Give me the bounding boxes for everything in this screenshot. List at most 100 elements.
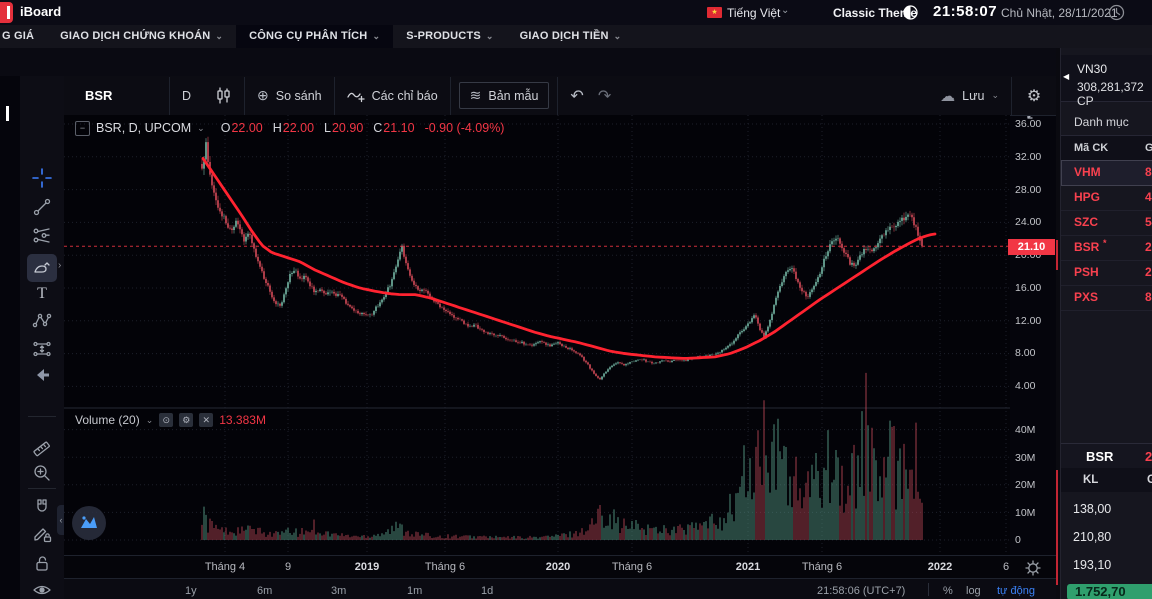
star-marker: * — [1103, 238, 1107, 248]
ruler-tool[interactable] — [31, 436, 53, 458]
price-tick: 4.00 — [1015, 380, 1036, 392]
detail-value: 210,80 — [1073, 530, 1112, 544]
price-tick: 12.00 — [1015, 315, 1042, 327]
chart-settings-button[interactable]: ⚙ — [1012, 86, 1056, 106]
time-tick: Tháng 6 — [801, 561, 843, 573]
percent-scale-button[interactable]: % — [943, 585, 953, 597]
text-tool[interactable]: T — [31, 283, 53, 305]
compare-button[interactable]: ⊕ So sánh — [245, 87, 334, 104]
crosshair-tool[interactable] — [31, 167, 53, 189]
detail-symbol-row[interactable]: BSR 2 — [1061, 443, 1152, 469]
trend-line-tool[interactable] — [31, 196, 53, 218]
change-value: -0.90 (-4.09%) — [424, 121, 505, 135]
chevron-down-icon: ⌄ — [215, 31, 224, 41]
bottom-bar — [64, 578, 1056, 599]
watchlist-row-hpg[interactable]: HPG49 — [1061, 185, 1152, 211]
brush-tool-active[interactable] — [27, 254, 57, 282]
visibility-eye-icon[interactable] — [31, 579, 53, 599]
col-symbol: Mã CK — [1074, 142, 1109, 154]
active-symbol-marker — [1056, 240, 1058, 270]
time-tick: 6 — [1002, 561, 1010, 573]
index-volume: 308,281,372 CP — [1077, 80, 1144, 108]
price-tick: 8.00 — [1015, 347, 1036, 359]
watchlist-row-pxs[interactable]: PXS8. — [1061, 285, 1152, 311]
legend-symbol[interactable]: BSR, D, UPCOM — [96, 121, 191, 135]
caret-left-icon[interactable]: ◀ — [1063, 72, 1069, 81]
menu-item-bang-gia[interactable]: G GIÁ — [0, 25, 47, 48]
time-tick: 2019 — [354, 561, 380, 573]
language-selector[interactable]: Tiếng Việt — [727, 6, 780, 20]
iboard-logo-icon[interactable] — [0, 2, 13, 23]
price-tick: 16.00 — [1015, 282, 1042, 294]
magnet-tool[interactable] — [31, 496, 53, 518]
chevron-down-icon: ⌄ — [781, 5, 790, 16]
col-price: G — [1145, 136, 1152, 160]
drawing-lock-tool[interactable] — [31, 523, 53, 545]
zoom-in-tool[interactable] — [31, 462, 53, 484]
undo-icon[interactable]: ↶ — [570, 86, 583, 106]
menu-item-giao-dich-tien[interactable]: GIAO DỊCH TIỀN ⌄ — [507, 25, 635, 48]
xabcd-pattern-tool[interactable] — [31, 310, 53, 332]
symbol-search-button[interactable]: BSR — [64, 88, 169, 103]
indicators-button[interactable]: Các chỉ báo — [335, 89, 450, 103]
theme-toggle[interactable] — [903, 5, 918, 20]
pitchfork-tool[interactable] — [31, 224, 53, 246]
volume-value: 13.383M — [219, 413, 266, 427]
cloud-icon: ☁ — [940, 87, 956, 105]
volume-label[interactable]: Volume (20) — [75, 413, 140, 427]
gear-icon[interactable]: ⚙ — [179, 413, 194, 427]
save-button[interactable]: ☁ Lưu ⌄ — [928, 87, 1011, 105]
clock-display: 21:58:07 — [933, 3, 998, 20]
eye-icon[interactable]: ⊙ — [159, 413, 174, 427]
clock-icon[interactable] — [1108, 4, 1125, 21]
chart-canvas[interactable] — [64, 115, 1010, 578]
chevron-down-icon: ⌄ — [485, 31, 494, 41]
divider — [928, 583, 929, 596]
price-tick: 32.00 — [1015, 151, 1042, 163]
toolbar-divider — [28, 488, 56, 489]
watchlist-row-vhm[interactable]: VHM83 — [1061, 160, 1152, 186]
detail-header: KL G — [1061, 468, 1152, 492]
range-1d[interactable]: 1d — [481, 585, 493, 597]
time-axis[interactable]: Tháng 4 9 2019 Tháng 6 2020 Tháng 6 2021… — [64, 555, 1010, 579]
time-tick: Tháng 6 — [424, 561, 466, 573]
range-1m[interactable]: 1m — [407, 585, 422, 597]
index-summary[interactable]: ◀ VN30 308,281,372 CP — [1061, 55, 1152, 108]
time-tick: 9 — [284, 561, 292, 573]
col-g: G — [1147, 468, 1152, 492]
watchlist-title[interactable]: Danh mục (dan... — [1061, 108, 1152, 157]
time-tick: 2021 — [735, 561, 761, 573]
log-scale-button[interactable]: log — [966, 585, 981, 597]
top-bar: iBoard ★ Tiếng Việt ⌄ Classic Theme 21:5… — [0, 0, 1152, 25]
interval-button[interactable]: D — [170, 89, 203, 103]
detail-symbol: BSR — [1086, 449, 1114, 464]
menu-item-s-products[interactable]: S-PRODUCTS ⌄ — [393, 25, 506, 48]
chart-timestamp: 21:58:06 (UTC+7) — [817, 585, 906, 597]
menu-item-cong-cu-phan-tich[interactable]: CÔNG CỤ PHÂN TÍCH ⌄ — [236, 25, 394, 48]
long-short-position-tool[interactable] — [31, 338, 53, 360]
auto-scale-button[interactable]: tự động — [997, 585, 1035, 597]
menu-item-giao-dich-chung-khoan[interactable]: GIAO DỊCH CHỨNG KHOÁN ⌄ — [47, 25, 236, 48]
watchlist-row-psh[interactable]: PSH21 — [1061, 260, 1152, 286]
watchlist-row-bsr[interactable]: BSR*21 — [1061, 235, 1152, 261]
lock-icon[interactable] — [31, 552, 53, 574]
time-axis-settings[interactable] — [1010, 555, 1056, 579]
range-6m[interactable]: 6m — [257, 585, 272, 597]
legend-collapse-icon[interactable]: − — [75, 120, 90, 136]
compare-icon: ⊕ — [257, 87, 269, 103]
submenu-arrow-icon[interactable]: › — [58, 260, 61, 271]
edge-marker — [6, 106, 9, 121]
price-tick: 28.00 — [1015, 184, 1042, 196]
time-tick: Tháng 4 — [204, 561, 246, 573]
chart-legend: − BSR, D, UPCOM ⌄ O22.00 H22.00 L20.90 C… — [75, 119, 504, 137]
range-3m[interactable]: 3m — [331, 585, 346, 597]
templates-button[interactable]: ≋ Bản mẫu — [458, 82, 550, 109]
last-price-badge: 21.10 — [1008, 239, 1055, 255]
template-icon: ≋ — [469, 87, 482, 103]
redo-icon[interactable]: ↷ — [598, 86, 611, 106]
close-icon[interactable]: ✕ — [199, 413, 214, 427]
chevron-down-icon: ⌄ — [613, 31, 622, 41]
back-arrow-icon[interactable] — [31, 364, 53, 386]
range-1y[interactable]: 1y — [185, 585, 197, 597]
candle-style-button[interactable] — [203, 87, 244, 104]
